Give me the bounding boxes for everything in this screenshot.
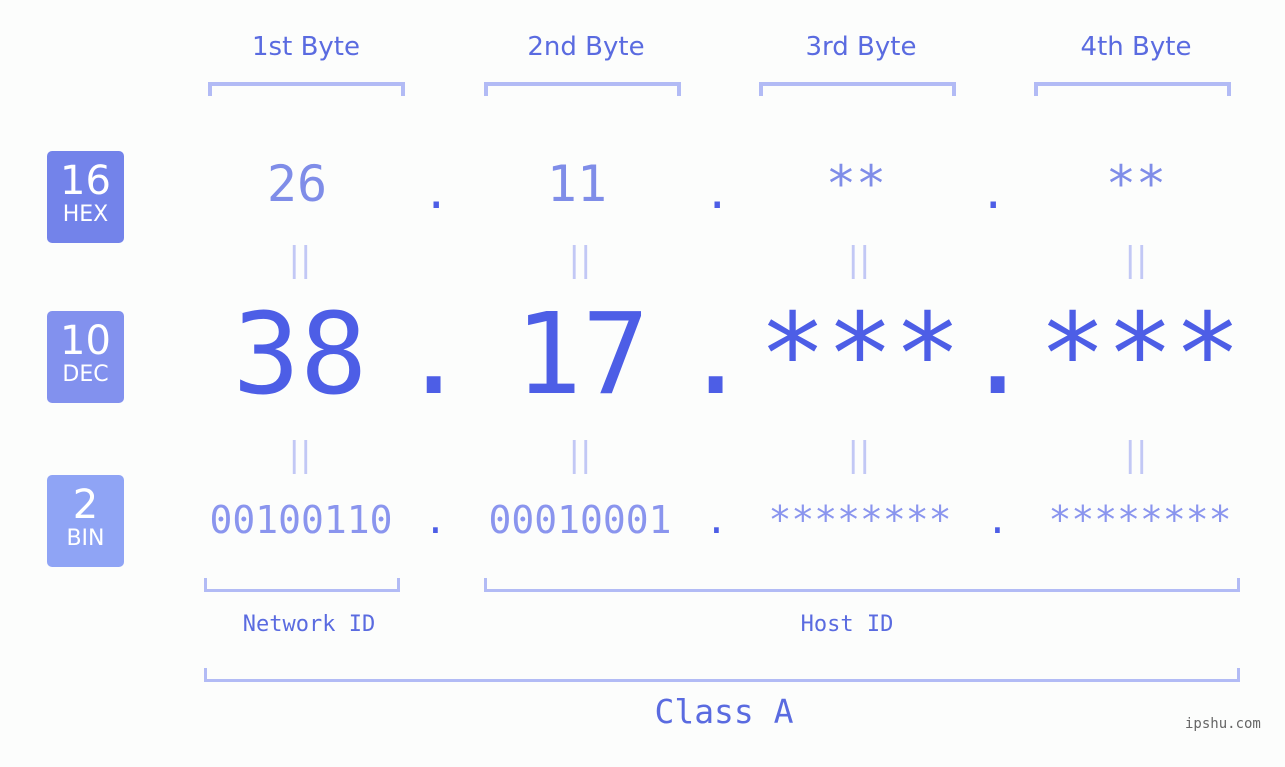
dec-base-label: DEC	[62, 362, 109, 387]
equals-sign: ||	[568, 240, 592, 280]
byte-bracket-2	[484, 82, 681, 96]
equals-sign: ||	[847, 240, 871, 280]
equals-sign: ||	[288, 435, 312, 475]
hex-byte-1: 26	[266, 155, 328, 213]
equals-sign: ||	[1124, 240, 1148, 280]
bin-badge: 2 BIN	[47, 475, 124, 567]
bin-byte-2: 00010001	[488, 498, 672, 542]
hex-byte-4: **	[1105, 155, 1167, 213]
dec-byte-2: 17	[514, 290, 650, 420]
host-id-label: Host ID	[800, 612, 894, 637]
equals-sign: ||	[1124, 435, 1148, 475]
class-bracket	[204, 668, 1240, 682]
equals-sign: ||	[288, 240, 312, 280]
hex-separator-3: .	[980, 168, 1007, 219]
hex-separator-2: .	[704, 168, 731, 219]
equals-sign: ||	[847, 435, 871, 475]
bin-byte-4: ********	[1048, 498, 1232, 542]
hex-base-number: 16	[60, 158, 111, 204]
network-id-label: Network ID	[242, 612, 376, 637]
class-label: Class A	[654, 692, 794, 731]
dec-byte-1: 38	[232, 290, 368, 420]
host-id-bracket	[484, 578, 1240, 592]
network-id-bracket	[204, 578, 400, 592]
dec-badge: 10 DEC	[47, 311, 124, 403]
byte-title-2: 2nd Byte	[527, 32, 645, 62]
byte-bracket-1	[208, 82, 405, 96]
hex-byte-3: **	[825, 155, 887, 213]
byte-title-1: 1st Byte	[252, 32, 360, 62]
bin-separator-1: .	[424, 498, 447, 542]
dec-base-number: 10	[60, 318, 111, 364]
hex-separator-1: .	[423, 168, 450, 219]
hex-byte-2: 11	[546, 155, 608, 213]
watermark: ipshu.com	[1185, 716, 1261, 732]
dec-byte-3: ***	[758, 290, 962, 420]
bin-byte-3: ********	[768, 498, 952, 542]
bin-base-number: 2	[72, 482, 99, 528]
equals-sign: ||	[568, 435, 592, 475]
hex-base-label: HEX	[62, 202, 109, 227]
bin-separator-2: .	[705, 498, 728, 542]
bin-byte-1: 00100110	[209, 498, 393, 542]
bin-separator-3: .	[986, 498, 1009, 542]
byte-title-3: 3rd Byte	[805, 32, 917, 62]
byte-title-4: 4th Byte	[1080, 32, 1192, 62]
byte-bracket-3	[759, 82, 956, 96]
hex-badge: 16 HEX	[47, 151, 124, 243]
byte-bracket-4	[1034, 82, 1231, 96]
bin-base-label: BIN	[66, 526, 105, 551]
dec-byte-4: ***	[1038, 290, 1242, 420]
